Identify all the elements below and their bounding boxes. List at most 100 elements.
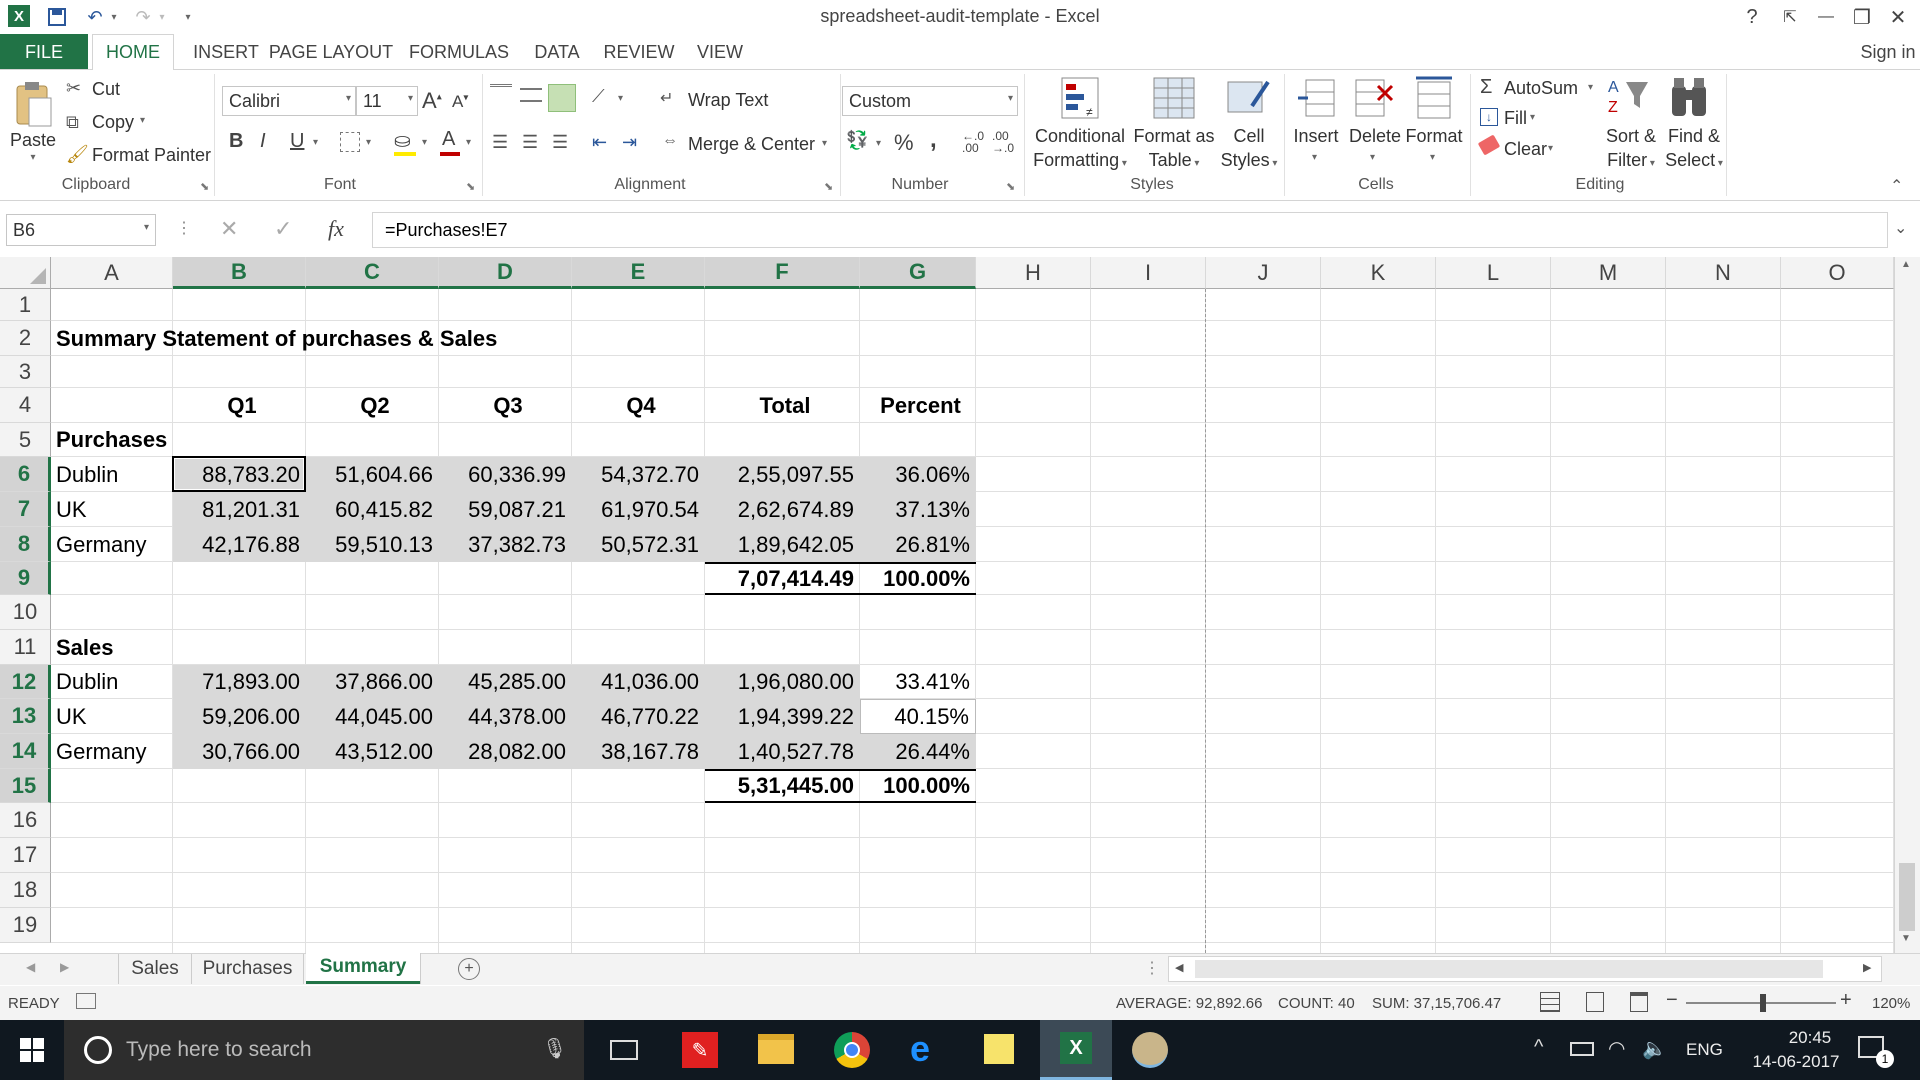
- column-header-h[interactable]: H: [976, 257, 1091, 289]
- header-cell-q1[interactable]: Q1: [173, 388, 306, 423]
- number-format-combo[interactable]: Custom ▾: [842, 86, 1018, 116]
- format-cells-icon[interactable]: [1412, 74, 1456, 120]
- merge-center-icon[interactable]: ⇔: [662, 132, 678, 150]
- wrap-text-icon[interactable]: ↵: [660, 88, 673, 108]
- purchases-value-cell[interactable]: 36.06%: [860, 457, 976, 492]
- scroll-sheets-left-icon[interactable]: ◀: [26, 960, 35, 974]
- header-cell-total[interactable]: Total: [705, 388, 860, 423]
- column-header-j[interactable]: J: [1206, 257, 1321, 289]
- column-header-d[interactable]: D: [439, 257, 572, 289]
- show-hidden-icons-icon[interactable]: ^: [1534, 1036, 1543, 1059]
- sales-value-cell[interactable]: 38,167.78: [572, 734, 705, 769]
- macro-record-icon[interactable]: [76, 993, 96, 1009]
- sheet-tab-sales[interactable]: Sales: [118, 954, 192, 984]
- purchases-label-cell[interactable]: Purchases: [51, 423, 173, 457]
- autosum-icon[interactable]: Σ: [1480, 76, 1492, 99]
- clock-date[interactable]: 14-06-2017: [1734, 1052, 1858, 1072]
- sheet-title-cell[interactable]: Summary Statement of purchases & Sales: [51, 321, 651, 356]
- column-header-m[interactable]: M: [1551, 257, 1666, 289]
- number-launcher-icon[interactable]: ⬊: [1006, 180, 1015, 193]
- row-header-17[interactable]: 17: [0, 838, 51, 873]
- tab-review[interactable]: REVIEW: [598, 34, 680, 70]
- column-header-g[interactable]: G: [860, 257, 976, 289]
- enter-icon[interactable]: ✓: [274, 216, 292, 242]
- pdf-reader-app-icon[interactable]: ✎: [682, 1032, 718, 1068]
- purchases-value-cell[interactable]: 59,087.21: [439, 492, 572, 527]
- sign-in-link[interactable]: Sign in: [1856, 34, 1920, 70]
- borders-icon[interactable]: [340, 132, 360, 152]
- font-color-icon[interactable]: A: [442, 128, 455, 151]
- sales-region-cell[interactable]: Germany: [51, 734, 173, 769]
- wrap-text-button[interactable]: Wrap Text: [688, 90, 768, 111]
- copy-dropdown-icon[interactable]: ▾: [140, 115, 145, 126]
- scroll-down-icon[interactable]: ▼: [1901, 933, 1911, 944]
- language-indicator[interactable]: ENG: [1686, 1040, 1723, 1060]
- header-cell-q4[interactable]: Q4: [572, 388, 705, 423]
- underline-dropdown-icon[interactable]: ▾: [313, 137, 318, 148]
- tab-view[interactable]: VIEW: [688, 34, 752, 70]
- scroll-left-icon[interactable]: ◀: [1175, 961, 1183, 974]
- borders-dropdown-icon[interactable]: ▾: [366, 137, 371, 148]
- find-select-button[interactable]: Find & Select ▾: [1658, 124, 1730, 176]
- minimize-button[interactable]: —: [1808, 2, 1844, 32]
- sales-value-cell[interactable]: 44,378.00: [439, 699, 572, 734]
- fill-button[interactable]: Fill: [1504, 108, 1527, 129]
- wifi-icon[interactable]: ◠: [1608, 1036, 1625, 1061]
- font-launcher-icon[interactable]: ⬊: [466, 180, 475, 193]
- sales-region-cell[interactable]: UK: [51, 699, 173, 734]
- sales-value-cell[interactable]: 33.41%: [860, 665, 976, 699]
- purchases-value-cell[interactable]: 50,572.31: [572, 527, 705, 562]
- purchases-value-cell[interactable]: 26.81%: [860, 527, 976, 562]
- decrease-indent-icon[interactable]: ⇤: [592, 132, 607, 153]
- clipboard-launcher-icon[interactable]: ⬊: [200, 180, 209, 193]
- name-box[interactable]: B6 ▾: [6, 214, 156, 246]
- italic-button[interactable]: I: [260, 130, 266, 153]
- row-header-10[interactable]: 10: [0, 595, 51, 630]
- purchases-region-cell[interactable]: UK: [51, 492, 173, 527]
- format-as-table-icon[interactable]: [1152, 76, 1196, 120]
- delete-cells-icon[interactable]: [1354, 76, 1394, 120]
- sales-value-cell[interactable]: 30,766.00: [173, 734, 306, 769]
- orientation-dropdown-icon[interactable]: ▾: [618, 93, 623, 104]
- grow-font-icon[interactable]: A▴: [422, 88, 442, 114]
- font-name-combo[interactable]: Calibri ▾: [222, 86, 356, 116]
- status-average[interactable]: AVERAGE: 92,892.66: [1116, 995, 1262, 1012]
- vertical-scroll-thumb[interactable]: [1899, 863, 1915, 931]
- close-button[interactable]: ✕: [1880, 2, 1916, 32]
- paste-icon[interactable]: [10, 78, 56, 130]
- merge-dropdown-icon[interactable]: ▾: [822, 138, 827, 149]
- merge-center-button[interactable]: Merge & Center: [688, 134, 815, 155]
- row-header-3[interactable]: 3: [0, 356, 51, 388]
- sales-value-cell[interactable]: 26.44%: [860, 734, 976, 769]
- battery-icon[interactable]: [1570, 1042, 1594, 1056]
- purchases-value-cell[interactable]: 51,604.66: [306, 457, 439, 492]
- purchases-value-cell[interactable]: 37.13%: [860, 492, 976, 527]
- row-header-6[interactable]: 6: [0, 457, 51, 492]
- page-layout-view-icon[interactable]: [1586, 992, 1604, 1012]
- sales-value-cell[interactable]: 45,285.00: [439, 665, 572, 699]
- paint-icon[interactable]: [1132, 1032, 1168, 1068]
- align-top-icon[interactable]: [490, 84, 512, 106]
- fill-icon[interactable]: ↓: [1480, 108, 1498, 126]
- windows-start-icon[interactable]: [20, 1038, 44, 1062]
- column-header-n[interactable]: N: [1666, 257, 1781, 289]
- formula-bar-grip-icon[interactable]: ⋮: [176, 218, 192, 238]
- ribbon-display-icon[interactable]: ⇱: [1772, 2, 1808, 32]
- horizontal-scrollbar[interactable]: ◀ ▶: [1168, 956, 1882, 982]
- sales-value-cell[interactable]: 1,94,399.22: [705, 699, 860, 734]
- cancel-icon[interactable]: ✕: [220, 216, 238, 242]
- sheet-tab-summary[interactable]: Summary: [306, 953, 420, 984]
- copy-icon[interactable]: ⧉: [66, 112, 79, 133]
- column-header-o[interactable]: O: [1781, 257, 1894, 289]
- align-right-icon[interactable]: ☰: [552, 132, 568, 153]
- purchases-value-cell[interactable]: 37,382.73: [439, 527, 572, 562]
- normal-view-icon[interactable]: [1540, 992, 1560, 1012]
- sales-region-cell[interactable]: Dublin: [51, 665, 173, 699]
- row-header-4[interactable]: 4: [0, 388, 51, 423]
- sales-value-cell[interactable]: 44,045.00: [306, 699, 439, 734]
- purchases-value-cell[interactable]: 88,783.20: [173, 457, 306, 492]
- font-color-dropdown-icon[interactable]: ▾: [466, 137, 471, 148]
- tab-formulas[interactable]: FORMULAS: [402, 34, 516, 70]
- purchases-total-cell[interactable]: 100.00%: [860, 562, 976, 595]
- chrome-icon[interactable]: [834, 1032, 870, 1068]
